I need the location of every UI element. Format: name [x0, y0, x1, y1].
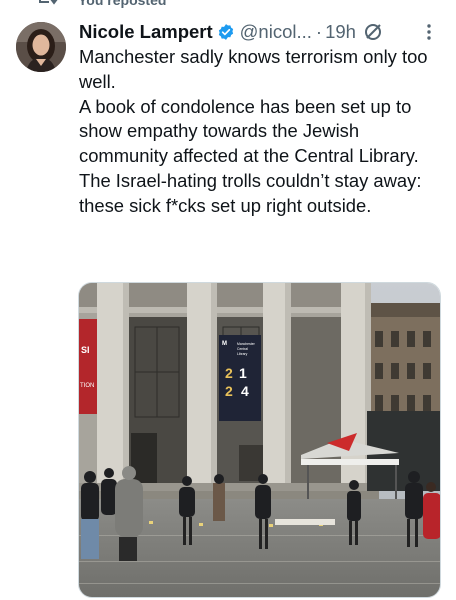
tweet-photo[interactable]: SI TION M Manchester Central Library 2 1…: [78, 282, 441, 598]
photo-image: SI TION M Manchester Central Library 2 1…: [79, 283, 440, 597]
tweet-text-line: Manchester sadly knows terrorism only to…: [79, 46, 428, 92]
banner-text: M: [222, 341, 227, 347]
repost-icon: [36, 0, 58, 8]
svg-text:SI: SI: [81, 345, 90, 355]
tweet-text: Manchester sadly knows terrorism only to…: [79, 45, 444, 219]
svg-text:TION: TION: [80, 383, 94, 389]
tweet-timestamp[interactable]: 19h: [325, 21, 356, 43]
more-icon[interactable]: [424, 22, 434, 42]
separator-dot: ·: [315, 21, 323, 42]
tweet-header: Nicole Lampert @nicol... · 19h: [79, 20, 449, 44]
banner-text: 1: [239, 365, 247, 381]
tweet-text-line: The Israel-hating trolls couldn’t stay a…: [79, 169, 422, 216]
banner-text: Library: [237, 352, 248, 356]
author-name[interactable]: Nicole Lampert: [79, 21, 213, 43]
repost-context[interactable]: You reposted: [0, 0, 456, 9]
grok-icon[interactable]: [363, 22, 383, 42]
author-handle[interactable]: @nicol...: [240, 21, 312, 43]
tweet-text-line: A book of condolence has been set up to …: [79, 95, 419, 167]
banner-text: 2: [225, 383, 233, 399]
banner-text: Manchester: [237, 342, 256, 346]
banner-text: Central: [237, 347, 248, 351]
repost-label: You reposted: [78, 0, 167, 8]
verified-badge-icon: [217, 23, 235, 41]
banner-text: 2: [225, 365, 233, 381]
avatar[interactable]: [16, 22, 66, 72]
banner-text: 4: [241, 383, 249, 399]
